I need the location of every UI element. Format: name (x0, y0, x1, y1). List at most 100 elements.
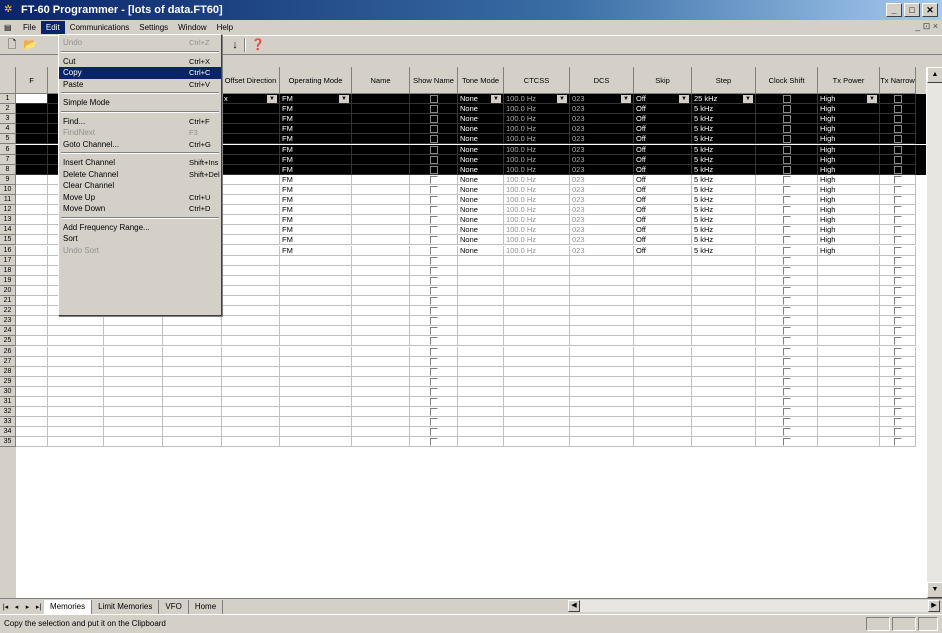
grid-cell[interactable] (880, 154, 916, 165)
row-number[interactable]: 30 (0, 386, 16, 397)
checkbox[interactable] (783, 347, 791, 356)
grid-cell[interactable]: Off (634, 124, 692, 135)
grid-cell[interactable] (16, 225, 48, 236)
menu-file[interactable]: File (18, 21, 41, 34)
grid-cell[interactable] (634, 427, 692, 438)
grid-cell[interactable] (280, 346, 352, 357)
dropdown-arrow-icon[interactable]: ▼ (557, 95, 567, 103)
checkbox[interactable] (894, 175, 902, 184)
grid-cell[interactable] (504, 255, 570, 266)
grid-cell[interactable] (222, 225, 280, 236)
grid-cell[interactable]: 023 (570, 154, 634, 165)
checkbox[interactable] (430, 115, 438, 124)
menu-item-clear-channel[interactable]: Clear Channel (59, 180, 221, 192)
grid-cell[interactable] (163, 326, 222, 337)
scroll-left-button[interactable]: ◀ (568, 600, 580, 612)
grid-cell[interactable] (352, 174, 410, 185)
checkbox[interactable] (894, 276, 902, 285)
row-number[interactable]: 29 (0, 376, 16, 387)
menu-item-move-up[interactable]: Move Up Ctrl+U (59, 192, 221, 204)
grid-cell[interactable] (692, 356, 756, 367)
grid-cell[interactable] (458, 407, 504, 418)
checkbox[interactable] (894, 105, 902, 114)
grid-cell[interactable]: 100.0 Hz (504, 134, 570, 145)
checkbox[interactable] (783, 337, 791, 346)
grid-cell[interactable]: Off (634, 164, 692, 175)
grid-cell[interactable] (458, 316, 504, 327)
tab-first-button[interactable]: |◂ (0, 603, 11, 611)
grid-cell[interactable]: Off (634, 184, 692, 195)
grid-cell[interactable] (570, 275, 634, 286)
grid-cell[interactable]: None (458, 205, 504, 216)
row-number[interactable]: 18 (0, 265, 16, 276)
menu-item-cut[interactable]: Cut Ctrl+X (59, 56, 221, 68)
grid-cell[interactable]: High (818, 215, 880, 226)
grid-cell[interactable] (222, 124, 280, 135)
dropdown-arrow-icon[interactable]: ▼ (743, 95, 753, 103)
grid-cell[interactable] (16, 124, 48, 135)
grid-cell[interactable] (458, 366, 504, 377)
grid-cell[interactable] (104, 437, 163, 448)
tab-last-button[interactable]: ▸| (33, 603, 44, 611)
grid-cell[interactable]: FM (280, 195, 352, 205)
grid-cell[interactable] (16, 326, 48, 337)
grid-cell[interactable] (756, 316, 818, 327)
grid-cell[interactable] (692, 296, 756, 306)
new-icon[interactable]: 🗋 (3, 37, 21, 53)
grid-cell[interactable] (818, 397, 880, 407)
grid-cell[interactable] (756, 326, 818, 337)
grid-cell[interactable] (222, 205, 280, 216)
grid-cell[interactable] (634, 437, 692, 448)
checkbox[interactable] (430, 206, 438, 215)
grid-cell[interactable] (880, 265, 916, 276)
grid-cell[interactable]: Off (634, 205, 692, 216)
col-header-skip[interactable]: Skip (634, 67, 692, 94)
grid-cell[interactable] (16, 316, 48, 327)
checkbox[interactable] (894, 125, 902, 134)
tab-next-button[interactable]: ▸ (22, 603, 33, 611)
grid-cell[interactable] (16, 215, 48, 226)
menu-item-move-down[interactable]: Move Down Ctrl+D (59, 203, 221, 215)
grid-cell[interactable]: 100.0 Hz (504, 235, 570, 246)
row-number[interactable]: 25 (0, 336, 16, 347)
checkbox[interactable] (430, 428, 438, 437)
grid-cell[interactable] (48, 336, 104, 347)
grid-cell[interactable] (222, 235, 280, 246)
grid-cell[interactable] (458, 417, 504, 428)
grid-cell[interactable]: High (818, 164, 880, 175)
grid-cell[interactable] (16, 417, 48, 428)
grid-cell[interactable] (458, 427, 504, 438)
grid-cell[interactable] (352, 225, 410, 236)
grid-cell[interactable] (756, 346, 818, 357)
row-number[interactable]: 35 (0, 437, 16, 448)
grid-cell[interactable] (692, 417, 756, 428)
grid-cell[interactable] (104, 326, 163, 337)
checkbox[interactable] (783, 357, 791, 366)
grid-cell[interactable] (16, 265, 48, 276)
grid-cell[interactable] (16, 296, 48, 306)
col-header-name[interactable]: Name (352, 67, 410, 94)
grid-cell[interactable] (163, 316, 222, 327)
grid-cell[interactable] (756, 134, 818, 145)
grid-cell[interactable]: None (458, 144, 504, 155)
checkbox[interactable] (783, 398, 791, 406)
grid-cell[interactable] (634, 417, 692, 428)
grid-cell[interactable] (818, 437, 880, 448)
menu-item-delete-channel[interactable]: Delete Channel Shift+Del (59, 169, 221, 181)
checkbox[interactable] (894, 398, 902, 406)
grid-cell[interactable] (16, 407, 48, 418)
grid-cell[interactable] (880, 427, 916, 438)
grid-cell[interactable] (16, 104, 48, 115)
grid-cell[interactable] (504, 275, 570, 286)
grid-cell[interactable]: 023 (570, 235, 634, 246)
grid-cell[interactable] (818, 326, 880, 337)
scroll-up-button[interactable]: ▲ (927, 67, 942, 83)
grid-cell[interactable] (104, 386, 163, 397)
grid-cell[interactable] (352, 397, 410, 407)
grid-cell[interactable] (756, 296, 818, 306)
checkbox[interactable] (430, 377, 438, 386)
grid-cell[interactable] (504, 386, 570, 397)
grid-cell[interactable] (570, 346, 634, 357)
grid-cell[interactable] (504, 356, 570, 367)
row-number[interactable]: 34 (0, 427, 16, 438)
